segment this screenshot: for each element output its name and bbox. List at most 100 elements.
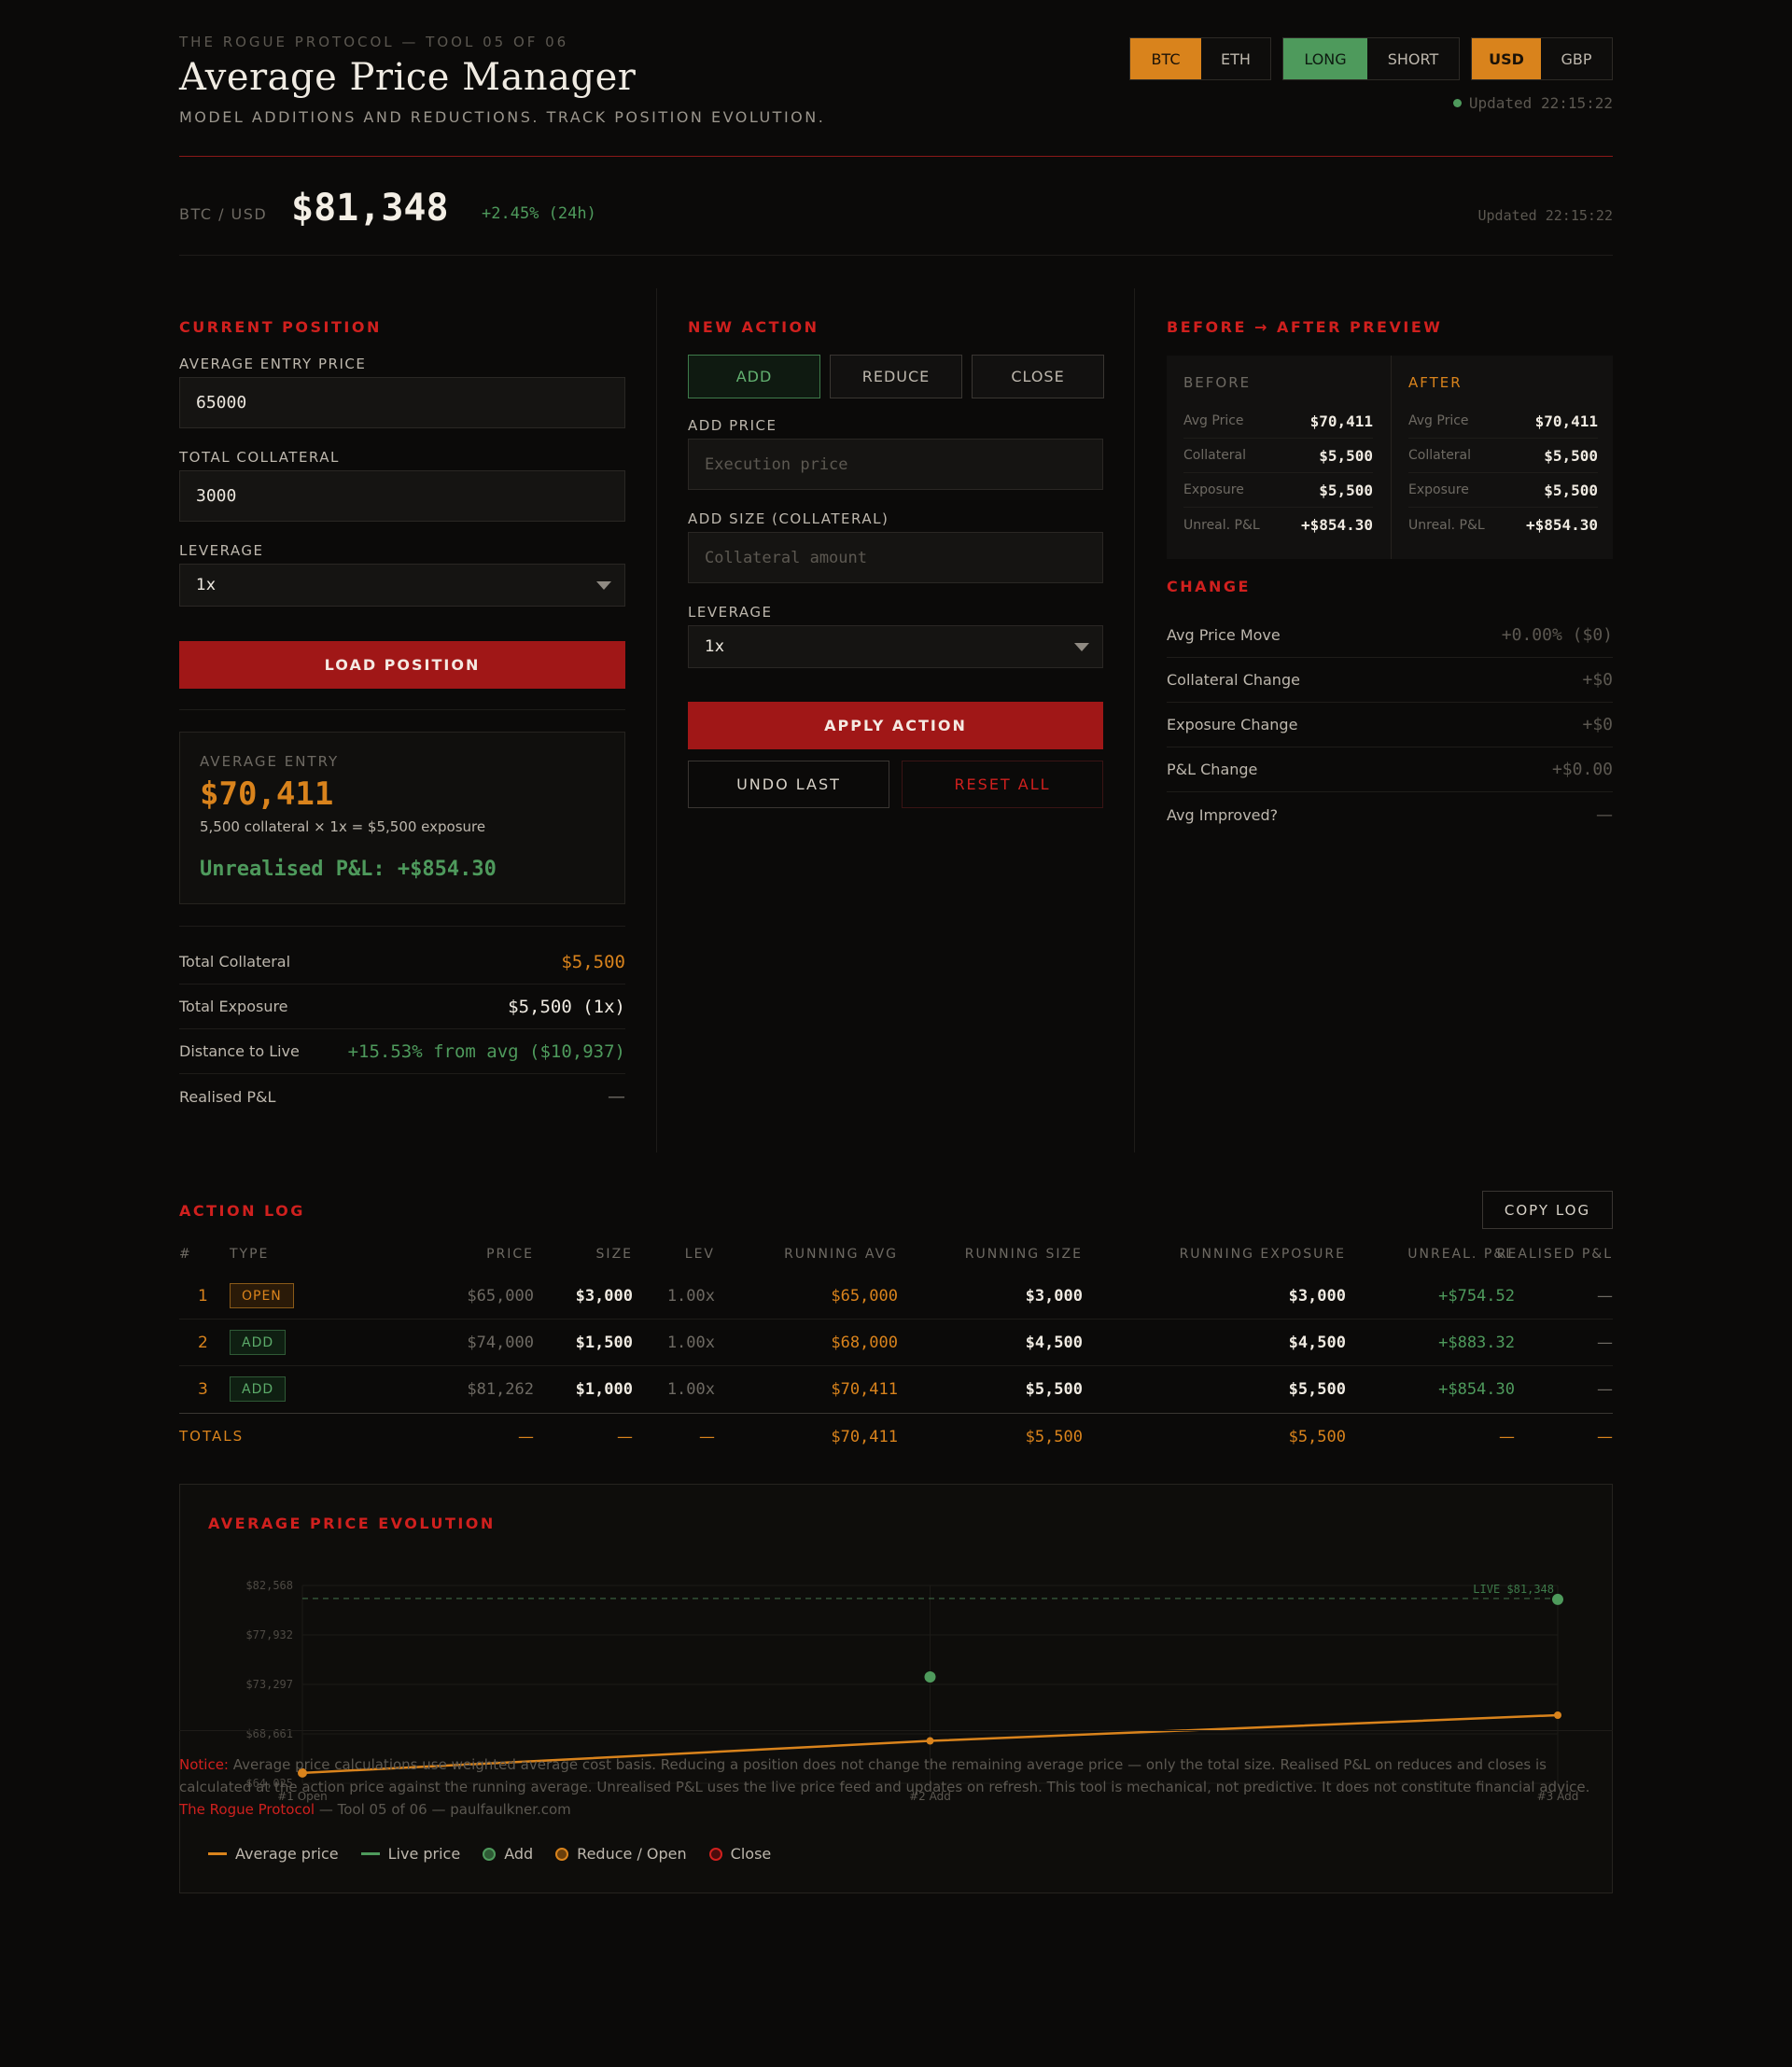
copy-log-button[interactable]: COPY LOG: [1482, 1191, 1613, 1229]
col-header: REALISED P&L: [1496, 1247, 1613, 1262]
dot-swatch-icon: [555, 1847, 569, 1861]
cell-running-avg: $70,411: [831, 1380, 898, 1399]
before-column: BEFORE Avg Price $70,411 Collateral $5,500…: [1167, 356, 1390, 559]
totals-running-avg: $70,411: [831, 1428, 898, 1446]
current-position-title: CURRENT POSITION: [179, 318, 382, 336]
chevron-down-icon: [1074, 643, 1089, 651]
leverage-select[interactable]: 1x: [179, 564, 625, 607]
table-row[interactable]: 2 ADD $74,000 $1,500 1.00x $68,000 $4,50…: [179, 1320, 1613, 1366]
table-row[interactable]: 1 OPEN $65,000 $3,000 1.00x $65,000 $3,0…: [179, 1273, 1613, 1320]
preview-title: BEFORE → AFTER PREVIEW: [1167, 318, 1443, 336]
col-header: TYPE: [230, 1247, 270, 1262]
asset-toggle: BTC ETH: [1129, 37, 1271, 80]
row-value: +$854.30: [1300, 516, 1373, 534]
totals-row: TOTALS — — — $70,411 $5,500 $5,500 — —: [179, 1413, 1613, 1459]
change-value: +0.00% ($0): [1501, 625, 1613, 645]
totals-running-exposure: $5,500: [1288, 1428, 1346, 1446]
legend-label: Close: [730, 1845, 772, 1863]
dot-swatch-icon: [483, 1847, 497, 1861]
stat-label: Total Exposure: [179, 998, 288, 1015]
asset-btc-button[interactable]: BTC: [1130, 38, 1201, 79]
workspace: CURRENT POSITION AVERAGE ENTRY PRICE 650…: [179, 256, 1613, 1152]
add-price-input[interactable]: Execution price: [688, 439, 1103, 490]
cell-unreal-pnl: +$854.30: [1438, 1380, 1515, 1399]
after-row: Exposure $5,500: [1408, 473, 1598, 508]
cell-running-exposure: $3,000: [1288, 1287, 1346, 1306]
average-price-point: [1554, 1711, 1561, 1719]
add-size-input[interactable]: Collateral amount: [688, 532, 1103, 583]
reset-all-button[interactable]: RESET ALL: [902, 761, 1103, 808]
row-label: Exposure: [1408, 482, 1469, 497]
legend-label: Average price: [235, 1845, 339, 1863]
change-value: +$0: [1582, 715, 1613, 734]
cell-price: $74,000: [467, 1334, 534, 1352]
currency-gbp-button[interactable]: GBP: [1541, 38, 1612, 79]
divider: [179, 709, 625, 710]
avg-entry-label: AVERAGE ENTRY PRICE: [179, 356, 367, 372]
stat-realised-pnl: Realised P&L —: [179, 1074, 625, 1119]
preview-panel: BEFORE → AFTER PREVIEW BEFORE Avg Price $…: [1167, 288, 1613, 1128]
leverage-label: LEVERAGE: [179, 542, 264, 559]
col-header: PRICE: [486, 1247, 534, 1262]
add-action-point: [1552, 1593, 1563, 1605]
cell-realised-pnl: —: [1597, 1334, 1613, 1352]
page-kicker: THE ROGUE PROTOCOL — TOOL 05 OF 06: [179, 34, 569, 50]
tab-reduce[interactable]: REDUCE: [830, 355, 962, 398]
add-action-point: [924, 1670, 936, 1683]
notice-label: Notice:: [179, 1756, 229, 1773]
column-divider: [656, 288, 657, 1152]
dot-swatch-icon: [708, 1847, 722, 1861]
cell-running-size: $4,500: [1025, 1334, 1083, 1352]
avg-entry-input[interactable]: 65000: [179, 377, 625, 428]
apply-action-button[interactable]: APPLY ACTION: [688, 702, 1103, 749]
status-dot-icon: [1452, 99, 1462, 107]
change-label: Collateral Change: [1167, 671, 1300, 689]
cell-realised-pnl: —: [1597, 1380, 1613, 1399]
legend-add: Add: [483, 1845, 533, 1863]
collateral-input[interactable]: 3000: [179, 470, 625, 522]
line-swatch-icon: [360, 1852, 380, 1855]
cell-running-exposure: $4,500: [1288, 1334, 1346, 1352]
side-short-button[interactable]: SHORT: [1367, 38, 1459, 79]
change-row: Exposure Change +$0: [1167, 703, 1613, 747]
type-badge: OPEN: [230, 1283, 294, 1308]
load-position-button[interactable]: LOAD POSITION: [179, 641, 625, 689]
brand-link[interactable]: The Rogue Protocol: [179, 1801, 315, 1818]
chart-legend: Average price Live price Add Reduce / Op…: [208, 1845, 771, 1863]
legend-live-price: Live price: [360, 1845, 460, 1863]
tab-add[interactable]: ADD: [688, 355, 820, 398]
row-value: +$854.30: [1525, 516, 1598, 534]
line-swatch-icon: [208, 1852, 227, 1855]
stat-value: —: [608, 1086, 625, 1107]
legend-reduce-open: Reduce / Open: [555, 1845, 687, 1863]
cell-lev: 1.00x: [666, 1287, 715, 1306]
change-value: —: [1596, 804, 1613, 825]
row-label: Avg Price: [1408, 413, 1469, 428]
row-label: Unreal. P&L: [1408, 517, 1485, 533]
collateral-label: TOTAL COLLATERAL: [179, 449, 340, 466]
row-value: $5,500: [1544, 446, 1598, 465]
row-value: $70,411: [1534, 412, 1598, 430]
action-leverage-select[interactable]: 1x: [688, 625, 1103, 668]
currency-usd-button[interactable]: USD: [1472, 38, 1541, 79]
legend-average-price: Average price: [208, 1845, 339, 1863]
undo-last-button[interactable]: UNDO LAST: [688, 761, 889, 808]
after-row: Avg Price $70,411: [1408, 404, 1598, 439]
table-row[interactable]: 3 ADD $81,262 $1,000 1.00x $70,411 $5,50…: [179, 1366, 1613, 1413]
page-header: THE ROGUE PROTOCOL — TOOL 05 OF 06 Avera…: [179, 0, 1613, 157]
change-label: Avg Improved?: [1167, 805, 1279, 824]
stat-value: $5,500 (1x): [508, 996, 625, 1017]
cell-running-avg: $68,000: [831, 1334, 898, 1352]
tab-close[interactable]: CLOSE: [972, 355, 1104, 398]
after-column: AFTER Avg Price $70,411 Collateral $5,500 …: [1391, 356, 1614, 559]
side-long-button[interactable]: LONG: [1283, 38, 1367, 79]
cell-realised-pnl: —: [1597, 1287, 1613, 1306]
change-label: Exposure Change: [1167, 716, 1298, 733]
currency-toggle: USD GBP: [1471, 37, 1613, 80]
asset-eth-button[interactable]: ETH: [1201, 38, 1270, 79]
stat-distance-to-live: Distance to Live +15.53% from avg ($10,9…: [179, 1029, 625, 1074]
notice-text: Notice: Average price calculations use w…: [179, 1753, 1613, 1821]
totals-running-size: $5,500: [1025, 1428, 1083, 1446]
price-ticker: BTC / USD $81,348 +2.45% (24h) Updated 2…: [179, 157, 1613, 256]
cell-running-exposure: $5,500: [1288, 1380, 1346, 1399]
